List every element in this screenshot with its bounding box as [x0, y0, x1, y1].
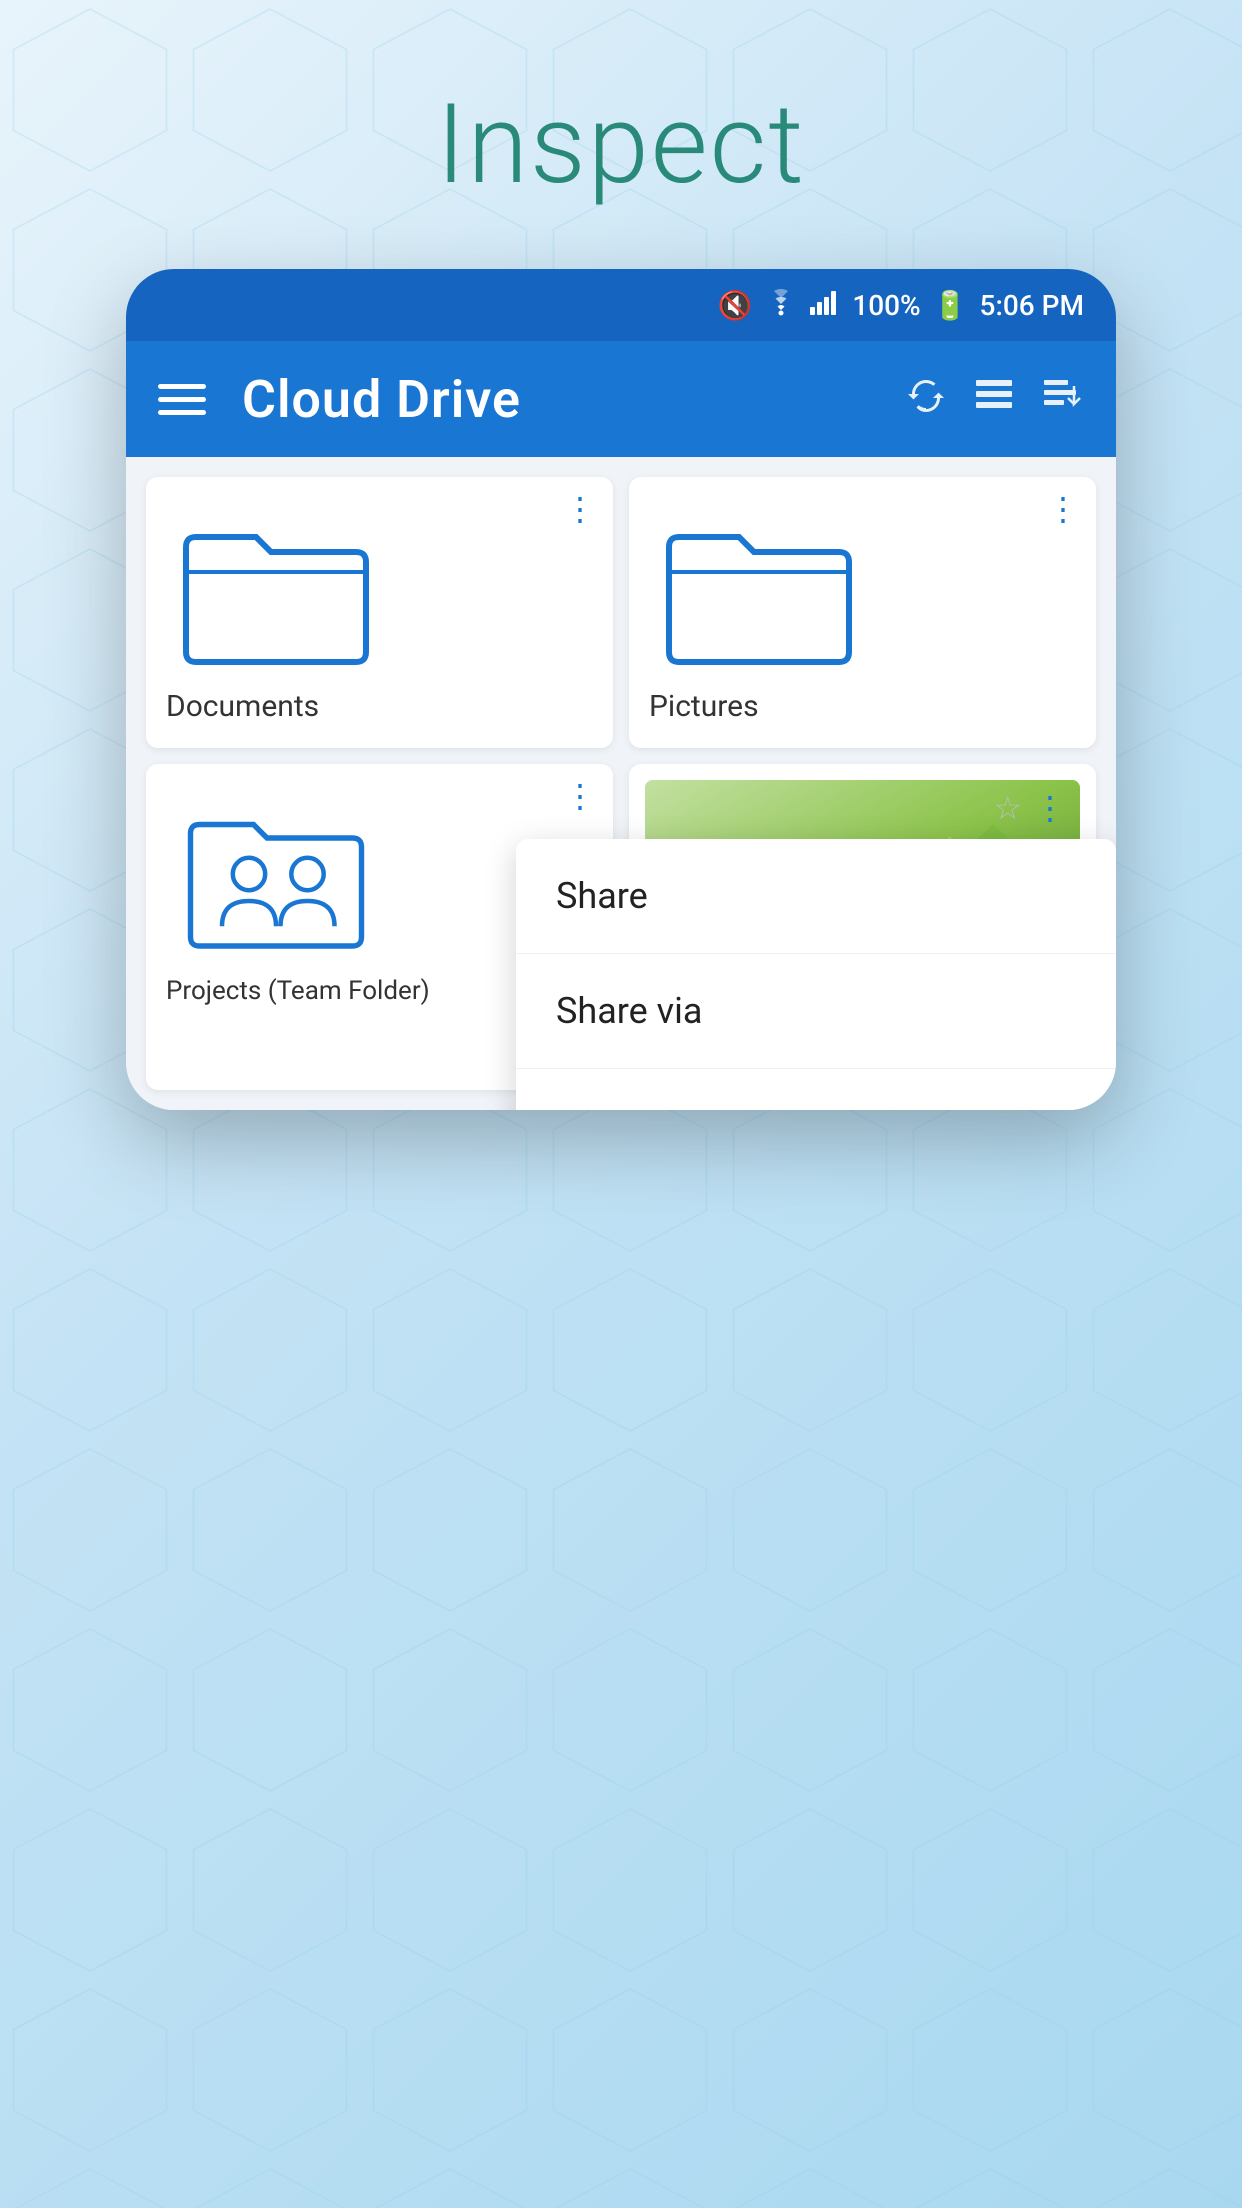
pictures-more-icon[interactable]: ⋮ [1047, 493, 1080, 525]
status-bar: 🔇 100% 🔋 5:06 PM [126, 269, 1116, 341]
wifi-icon [764, 288, 798, 323]
star-outline-icon[interactable]: ☆ [993, 789, 1022, 827]
menu-item-get-public-link[interactable]: Get public link [516, 1069, 1116, 1110]
app-bar-actions [904, 372, 1084, 426]
app-bar: Cloud Drive [126, 341, 1116, 457]
list-view-icon[interactable] [972, 372, 1016, 426]
hamburger-menu-button[interactable] [158, 384, 206, 415]
menu-item-share-via[interactable]: Share via [516, 954, 1116, 1069]
sync-icon[interactable] [904, 372, 948, 426]
documents-folder-icon [166, 497, 386, 677]
sort-icon[interactable] [1040, 372, 1084, 426]
signal-icon [810, 289, 840, 322]
time-text: 5:06 PM [980, 289, 1084, 322]
phone-frame: 🔇 100% 🔋 5:06 PM [126, 269, 1116, 1110]
mute-icon: 🔇 [717, 289, 752, 322]
app-bar-title: Cloud Drive [242, 369, 868, 430]
pictures-label: Pictures [649, 689, 1076, 724]
context-menu: ☆ ⋮ Share Share via Get public link Dele… [516, 839, 1116, 1110]
folder-card-documents[interactable]: ⋮ Documents [146, 477, 613, 748]
team-folder-icon [166, 784, 386, 964]
context-trigger-icons: ☆ ⋮ [993, 789, 1066, 827]
battery-icon: 🔋 [933, 289, 968, 322]
page-title: Inspect [436, 80, 806, 209]
hamburger-line-1 [158, 384, 206, 389]
menu-item-share[interactable]: Share [516, 839, 1116, 954]
projects-more-icon[interactable]: ⋮ [564, 780, 597, 812]
folder-card-pictures[interactable]: ⋮ Pictures [629, 477, 1096, 748]
status-icons: 🔇 100% 🔋 5:06 PM [717, 288, 1084, 323]
documents-more-icon[interactable]: ⋮ [564, 493, 597, 525]
documents-label: Documents [166, 689, 593, 724]
battery-text: 100% [852, 289, 920, 322]
hamburger-line-2 [158, 397, 206, 402]
hamburger-line-3 [158, 410, 206, 415]
more-trigger-icon[interactable]: ⋮ [1034, 789, 1066, 827]
content-area: ⋮ Documents ⋮ Pictures ⋮ [126, 457, 1116, 1110]
folder-grid-top: ⋮ Documents ⋮ Pictures [146, 477, 1096, 748]
pictures-folder-icon [649, 497, 869, 677]
